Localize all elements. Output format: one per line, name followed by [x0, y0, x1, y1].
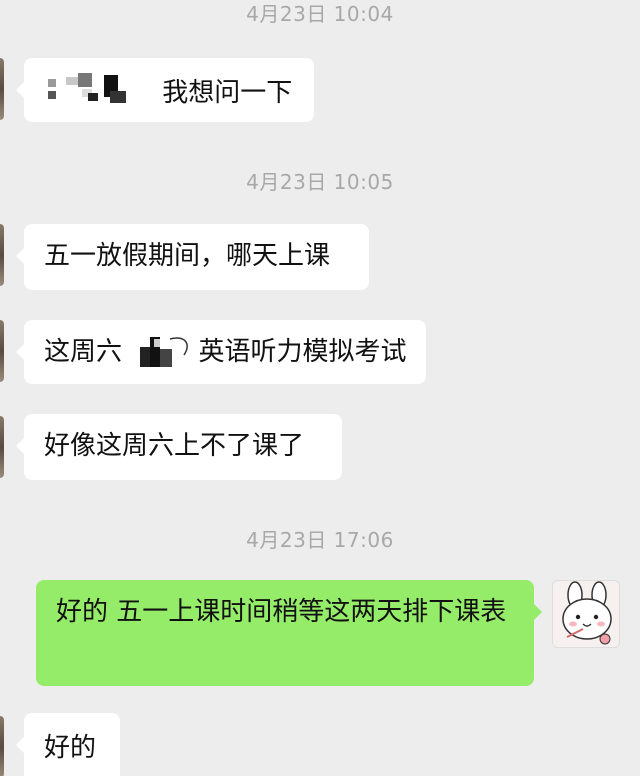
message-bubble-3[interactable]: 这周六 英语听力模拟考试 [16, 320, 426, 384]
chat-screen: 4月23日 10:04 我想问一下 4月23日 10:05 五一放假期间，哪天上… [0, 0, 640, 776]
contact-avatar-icon[interactable] [0, 224, 4, 286]
message-bubble-5[interactable]: 好的 五一上课时间稍等这两天排下课表 [36, 580, 542, 686]
redacted-mosaic-icon [48, 71, 128, 116]
timestamp-1: 4月23日 10:04 [246, 2, 394, 26]
timestamp-3: 4月23日 17:06 [246, 528, 394, 552]
contact-avatar-icon[interactable] [0, 320, 4, 382]
message-bubble-2[interactable]: 五一放假期间，哪天上课 [16, 224, 369, 290]
contact-avatar-icon[interactable] [0, 416, 4, 478]
contact-avatar-icon[interactable] [0, 58, 4, 120]
message-text: 我想问一下 [162, 78, 293, 108]
message-bubble-6[interactable]: 好的 [16, 713, 120, 776]
bunny-sticker-avatar-icon[interactable] [552, 580, 620, 648]
message-text: 好的 [44, 733, 97, 763]
message-text: 好像这周六上不了课了 [44, 431, 305, 461]
message-text-after: 英语听力模拟考试 [198, 337, 407, 367]
message-text-before: 这周六 [44, 337, 123, 367]
redacted-mosaic-icon [140, 333, 192, 369]
message-text: 好的 五一上课时间稍等这两天排下课表 [56, 597, 507, 627]
message-bubble-4[interactable]: 好像这周六上不了课了 [16, 414, 342, 480]
message-text: 五一放假期间，哪天上课 [44, 241, 331, 271]
message-bubble-1[interactable]: 我想问一下 [16, 58, 314, 122]
timestamp-2: 4月23日 10:05 [246, 170, 394, 194]
contact-avatar-icon[interactable] [0, 716, 4, 776]
